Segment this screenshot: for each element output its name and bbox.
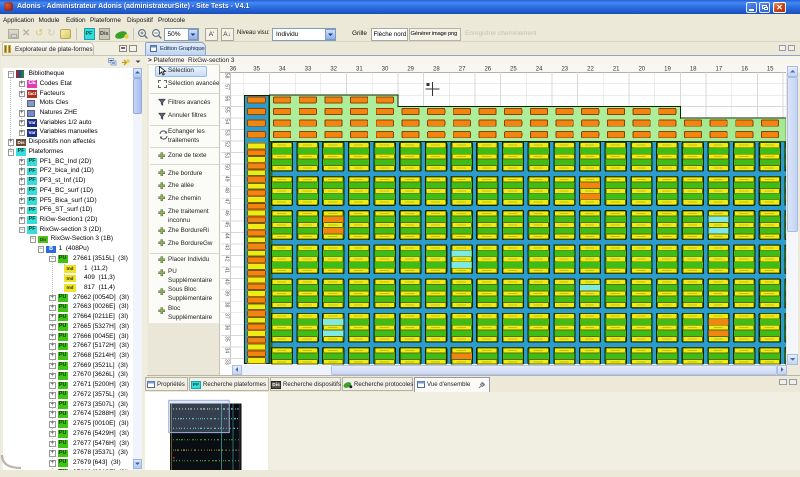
svg-text:32: 32 [330, 66, 337, 72]
svg-text:21: 21 [613, 66, 620, 72]
svg-text:54: 54 [224, 118, 230, 124]
svg-text:50: 50 [224, 164, 230, 170]
svg-text:27: 27 [459, 66, 466, 72]
svg-text:37: 37 [224, 313, 230, 319]
svg-text:38: 38 [224, 302, 230, 308]
svg-text:28: 28 [433, 66, 440, 72]
svg-text:53: 53 [224, 130, 230, 136]
svg-text:52: 52 [224, 141, 230, 147]
svg-text:42: 42 [224, 256, 230, 262]
svg-text:26: 26 [484, 66, 491, 72]
svg-text:55: 55 [224, 107, 230, 113]
svg-text:33: 33 [224, 359, 230, 365]
svg-text:19: 19 [664, 66, 671, 72]
svg-text:57: 57 [224, 84, 230, 90]
svg-text:49: 49 [224, 176, 230, 182]
svg-text:58: 58 [224, 73, 230, 79]
svg-text:31: 31 [356, 66, 363, 72]
svg-text:46: 46 [224, 210, 230, 216]
svg-text:30: 30 [382, 66, 389, 72]
svg-text:35: 35 [224, 336, 230, 342]
svg-text:29: 29 [407, 66, 414, 72]
svg-text:36: 36 [230, 66, 237, 72]
svg-text:51: 51 [224, 153, 230, 159]
svg-text:40: 40 [224, 279, 230, 285]
svg-text:35: 35 [253, 66, 260, 72]
svg-text:33: 33 [305, 66, 312, 72]
svg-text:44: 44 [224, 233, 230, 239]
svg-text:18: 18 [690, 66, 697, 72]
svg-text:45: 45 [224, 221, 230, 227]
svg-text:20: 20 [638, 66, 645, 72]
svg-text:15: 15 [767, 66, 774, 72]
svg-text:34: 34 [224, 347, 230, 353]
svg-text:56: 56 [224, 96, 230, 102]
svg-text:48: 48 [224, 187, 230, 193]
svg-text:25: 25 [510, 66, 517, 72]
svg-text:16: 16 [741, 66, 748, 72]
svg-text:36: 36 [224, 325, 230, 331]
svg-text:34: 34 [279, 66, 286, 72]
svg-text:41: 41 [224, 267, 230, 273]
svg-text:17: 17 [716, 66, 723, 72]
svg-text:47: 47 [224, 199, 230, 205]
svg-text:39: 39 [224, 290, 230, 296]
svg-text:22: 22 [587, 66, 594, 72]
svg-text:43: 43 [224, 244, 230, 250]
svg-text:23: 23 [561, 66, 568, 72]
svg-text:24: 24 [536, 66, 543, 72]
